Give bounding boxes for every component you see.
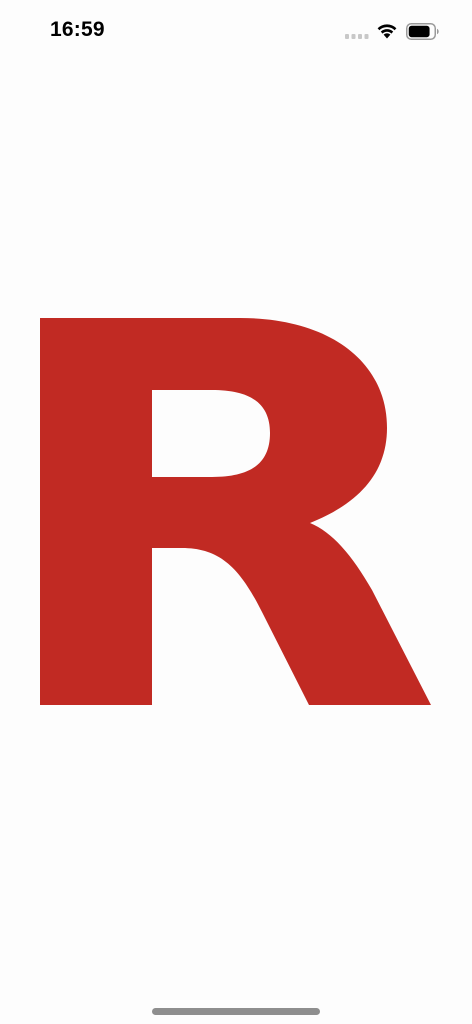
splash-screen: 16:59 — [0, 0, 472, 1024]
home-indicator-bar[interactable] — [152, 1008, 320, 1015]
brand-logo-r — [40, 318, 431, 705]
